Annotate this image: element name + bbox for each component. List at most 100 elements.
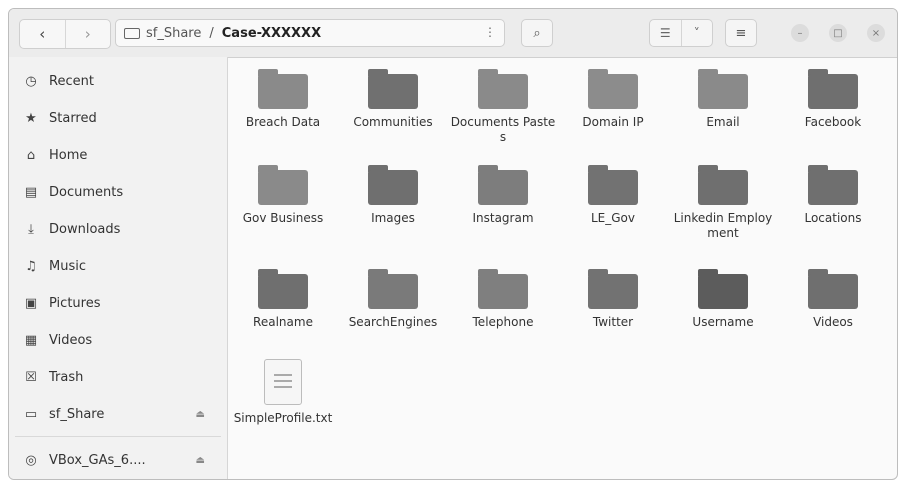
folder-icon bbox=[258, 69, 308, 109]
item-label: Gov Business bbox=[242, 211, 324, 225]
folder-item[interactable]: Instagram bbox=[448, 155, 558, 226]
folder-item[interactable]: LE_Gov bbox=[558, 155, 668, 226]
sidebar-item-pictures[interactable]: ▣ Pictures bbox=[9, 285, 227, 321]
search-button[interactable]: ⌕ bbox=[521, 19, 553, 47]
eject-icon[interactable]: ⏏ bbox=[196, 409, 205, 420]
folder-item[interactable]: Email bbox=[668, 59, 778, 130]
folder-icon bbox=[698, 69, 748, 109]
header-bar: ‹ › sf_Share / Case-XXXXXX ⋮ ⌕ ☰ ˅ ≡ – □… bbox=[9, 9, 897, 58]
item-label: LE_Gov bbox=[590, 211, 635, 225]
breadcrumb-current-folder[interactable]: Case-XXXXXX bbox=[222, 26, 321, 41]
path-menu-icon[interactable]: ⋮ bbox=[484, 25, 496, 39]
sidebar-item-home[interactable]: ⌂ Home bbox=[9, 137, 227, 173]
item-label: Username bbox=[692, 315, 754, 329]
chevron-left-icon: ‹ bbox=[39, 25, 46, 43]
maximize-button[interactable]: □ bbox=[829, 24, 847, 42]
forward-button[interactable]: › bbox=[64, 20, 111, 48]
item-label: Linkedin Employment bbox=[673, 211, 773, 240]
item-label: Realname bbox=[253, 315, 313, 329]
sidebar-item-label: Videos bbox=[49, 332, 93, 348]
folder-item[interactable]: Linkedin Employment bbox=[668, 155, 778, 241]
minimize-icon: – bbox=[797, 27, 803, 39]
sidebar-item-documents[interactable]: ▤ Documents bbox=[9, 174, 227, 210]
folder-icon bbox=[808, 69, 858, 109]
close-icon: × bbox=[871, 27, 881, 39]
home-icon: ⌂ bbox=[26, 147, 36, 163]
close-button[interactable]: × bbox=[867, 24, 885, 42]
search-icon: ⌕ bbox=[533, 25, 541, 41]
folder-item[interactable]: Breach Data bbox=[228, 59, 338, 130]
eject-icon[interactable]: ⏏ bbox=[196, 455, 205, 466]
folder-item[interactable]: Videos bbox=[778, 259, 888, 330]
sidebar-item-sf-share[interactable]: ▭ sf_Share ⏏ bbox=[9, 396, 227, 432]
view-options-button[interactable]: ˅ bbox=[680, 20, 713, 46]
drive-icon bbox=[124, 27, 140, 39]
folder-icon bbox=[698, 165, 748, 205]
item-label: Communities bbox=[353, 115, 433, 129]
folder-item[interactable]: Gov Business bbox=[228, 155, 338, 226]
item-label: SearchEngines bbox=[348, 315, 438, 329]
item-label: Documents Pastes bbox=[450, 115, 556, 144]
folder-icon bbox=[588, 69, 638, 109]
list-view-button[interactable]: ☰ bbox=[650, 20, 681, 46]
item-label: Breach Data bbox=[245, 115, 321, 129]
item-label: Facebook bbox=[804, 115, 862, 129]
folder-icon bbox=[478, 69, 528, 109]
breadcrumb-sf-share[interactable]: sf_Share bbox=[146, 26, 201, 41]
back-button[interactable]: ‹ bbox=[20, 20, 65, 48]
sidebar-item-label: Recent bbox=[49, 73, 94, 89]
item-label: Instagram bbox=[472, 211, 534, 225]
videos-icon: ▦ bbox=[24, 332, 38, 348]
download-icon: ⤓ bbox=[28, 221, 34, 237]
folder-item[interactable]: Documents Pastes bbox=[448, 59, 558, 145]
sidebar: ◷ Recent ★ Starred ⌂ Home ▤ Documents ⤓ Downl… bbox=[9, 57, 228, 479]
sidebar-item-label: VBox_GAs_6.... bbox=[49, 452, 146, 468]
sidebar-item-label: Trash bbox=[49, 369, 84, 385]
file-item[interactable]: SimpleProfile.txt bbox=[228, 353, 338, 426]
folder-icon bbox=[808, 269, 858, 309]
sidebar-divider bbox=[15, 436, 221, 437]
folder-item[interactable]: Communities bbox=[338, 59, 448, 130]
drive-icon: ▭ bbox=[24, 406, 38, 422]
item-label: Locations bbox=[804, 211, 862, 225]
chevron-down-icon: ˅ bbox=[693, 26, 700, 40]
sidebar-item-trash[interactable]: ☒ Trash bbox=[9, 359, 227, 395]
folder-item[interactable]: Username bbox=[668, 259, 778, 330]
maximize-icon: □ bbox=[833, 27, 843, 39]
sidebar-item-label: Music bbox=[49, 258, 86, 274]
folder-item[interactable]: Locations bbox=[778, 155, 888, 226]
folder-item[interactable]: Domain IP bbox=[558, 59, 668, 130]
text-file-icon bbox=[264, 359, 302, 405]
folder-icon bbox=[588, 269, 638, 309]
item-label: Videos bbox=[813, 315, 853, 329]
hamburger-menu-icon: ≡ bbox=[735, 25, 747, 41]
documents-icon: ▤ bbox=[24, 184, 38, 200]
folder-item[interactable]: Twitter bbox=[558, 259, 668, 330]
sidebar-item-downloads[interactable]: ⤓ Downloads bbox=[9, 211, 227, 247]
minimize-button[interactable]: – bbox=[791, 24, 809, 42]
folder-item[interactable]: Telephone bbox=[448, 259, 558, 330]
folder-item[interactable]: Images bbox=[338, 155, 448, 226]
file-manager-window: ‹ › sf_Share / Case-XXXXXX ⋮ ⌕ ☰ ˅ ≡ – □… bbox=[8, 8, 898, 480]
sidebar-item-label: Documents bbox=[49, 184, 124, 200]
sidebar-item-vbox-gas[interactable]: ◎ VBox_GAs_6.... ⏏ bbox=[9, 442, 227, 478]
folder-icon bbox=[478, 269, 528, 309]
folder-item[interactable]: SearchEngines bbox=[338, 259, 448, 330]
pictures-icon: ▣ bbox=[24, 295, 38, 311]
sidebar-item-recent[interactable]: ◷ Recent bbox=[9, 63, 227, 99]
clock-icon: ◷ bbox=[25, 73, 37, 89]
main-menu-button[interactable]: ≡ bbox=[725, 19, 757, 47]
sidebar-item-videos[interactable]: ▦ Videos bbox=[9, 322, 227, 358]
sidebar-item-music[interactable]: ♫ Music bbox=[9, 248, 227, 284]
sidebar-item-label: Downloads bbox=[49, 221, 121, 237]
file-grid: Breach Data Communities Documents Pastes… bbox=[228, 57, 897, 479]
sidebar-item-starred[interactable]: ★ Starred bbox=[9, 100, 227, 136]
item-label: Domain IP bbox=[582, 115, 644, 129]
sidebar-item-label: Starred bbox=[49, 110, 97, 126]
folder-item[interactable]: Realname bbox=[228, 259, 338, 330]
folder-icon bbox=[258, 165, 308, 205]
breadcrumb-separator: / bbox=[209, 25, 214, 41]
chevron-right-icon: › bbox=[84, 25, 91, 43]
folder-icon bbox=[478, 165, 528, 205]
folder-item[interactable]: Facebook bbox=[778, 59, 888, 130]
